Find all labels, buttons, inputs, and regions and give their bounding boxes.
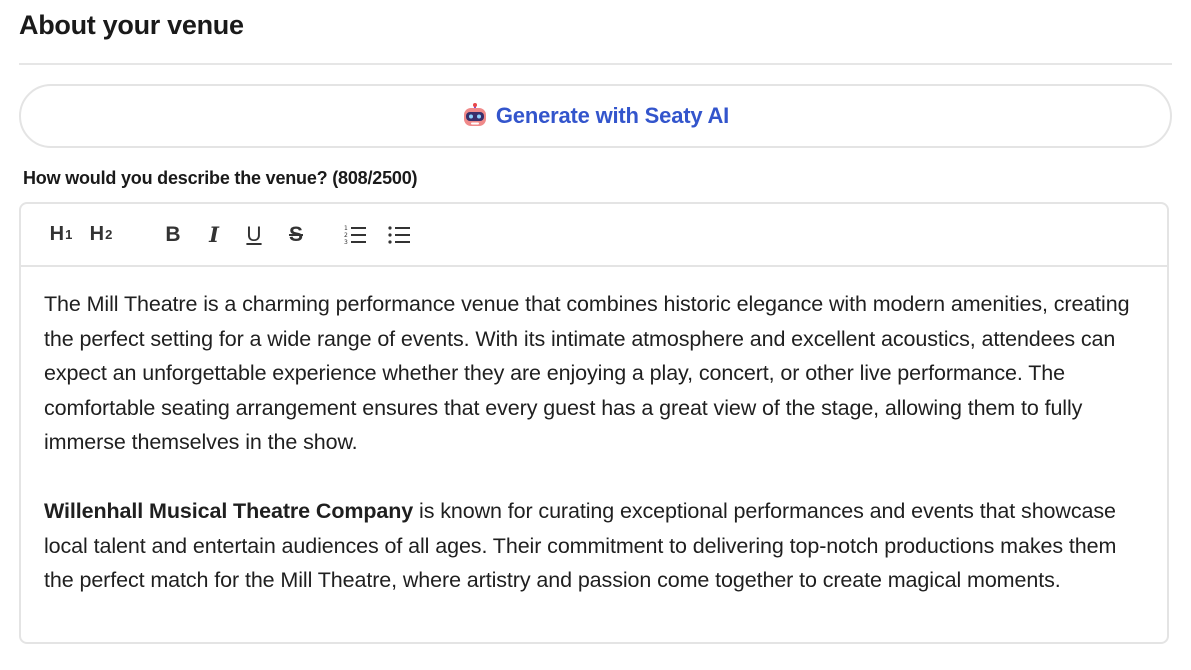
underline-button[interactable]: U: [233, 220, 275, 250]
svg-text:3: 3: [344, 239, 348, 246]
paragraph-1: The Mill Theatre is a charming performan…: [44, 292, 1130, 454]
company-name: Willenhall Musical Theatre Company: [44, 499, 414, 523]
heading2-button[interactable]: H2: [81, 220, 121, 250]
venue-form: About your venue Generate with Seaty AI …: [0, 0, 1191, 670]
heading2-sub: 2: [105, 227, 113, 242]
svg-text:1: 1: [344, 225, 348, 232]
robot-icon: [463, 103, 486, 126]
bullet-list-icon: [388, 225, 410, 244]
ordered-list-button[interactable]: 1 2 3: [333, 220, 377, 250]
heading1-sub: 1: [65, 227, 73, 242]
generate-ai-button[interactable]: Generate with Seaty AI: [19, 84, 1172, 148]
ordered-list-icon: 1 2 3: [344, 225, 366, 246]
strikethrough-button[interactable]: S: [275, 220, 317, 250]
editor-toolbar: H1 H2 B I U S 1 2 3: [21, 204, 1167, 267]
description-label: How would you describe the venue? (808/2…: [23, 168, 418, 188]
paragraph-2: Willenhall Musical Theatre Company is kn…: [44, 494, 1143, 598]
divider: [19, 63, 1172, 65]
italic-button[interactable]: I: [195, 220, 233, 250]
bullet-list-button[interactable]: [377, 220, 421, 250]
generate-ai-label: Generate with Seaty AI: [495, 103, 730, 128]
bold-button[interactable]: B: [151, 220, 195, 250]
editor-content[interactable]: The Mill Theatre is a charming performan…: [21, 267, 1167, 598]
heading1-label: H: [49, 223, 65, 245]
heading1-button[interactable]: H1: [41, 220, 81, 250]
svg-text:2: 2: [344, 232, 348, 239]
rich-text-editor[interactable]: H1 H2 B I U S 1 2 3 The Mill Theatre is …: [19, 202, 1169, 644]
section-title: About your venue: [19, 10, 244, 40]
heading2-label: H: [89, 223, 105, 245]
